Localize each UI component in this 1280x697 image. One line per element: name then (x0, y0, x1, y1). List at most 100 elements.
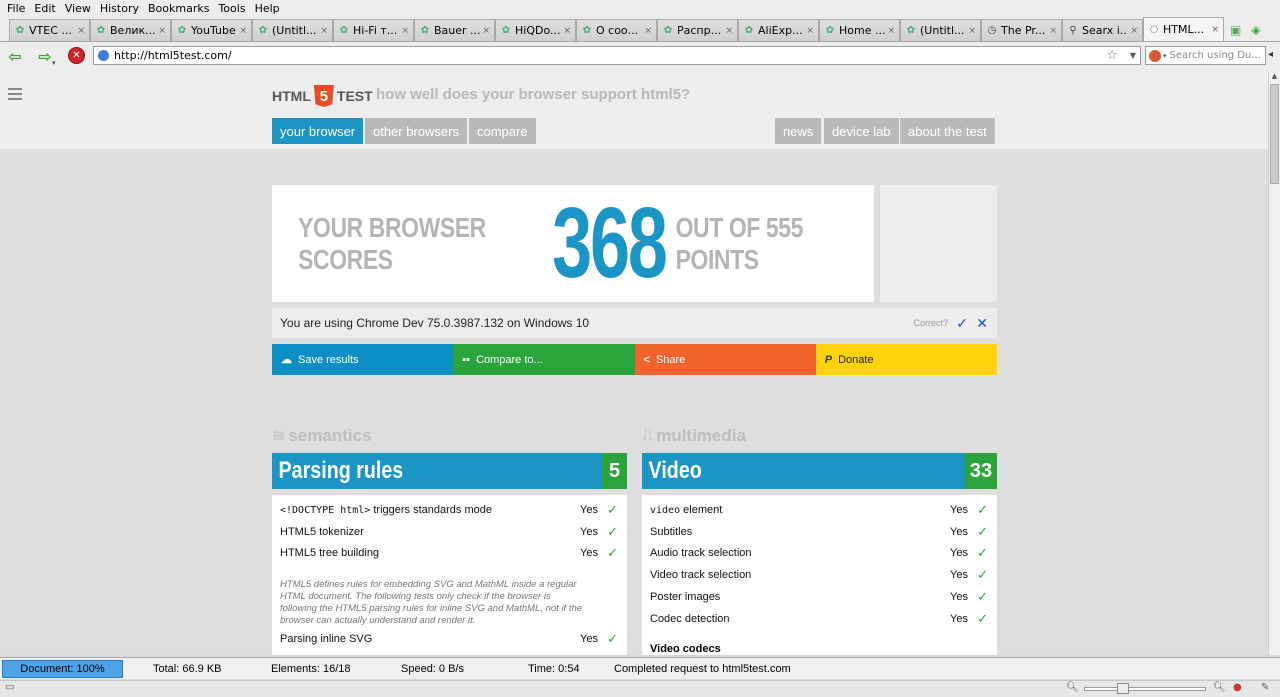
check-icon: ✓ (607, 545, 618, 561)
nav-your-browser[interactable]: your browser (272, 118, 364, 144)
tab-12[interactable]: ◷ The Pr... × (981, 19, 1062, 41)
row-result: Yes (950, 612, 968, 625)
menu-edit[interactable]: Edit (34, 2, 55, 15)
tab-8[interactable]: ✿ Распр... × (657, 19, 738, 41)
tab-list-icon[interactable]: ◈ (1251, 23, 1260, 37)
hamburger-menu-icon[interactable] (8, 88, 22, 103)
score-prefix: YOUR BROWSER SCORES (298, 211, 486, 275)
leaf-icon: ✿ (339, 25, 349, 36)
tab-6[interactable]: ✿ HiQDo... × (495, 19, 576, 41)
tab-close-icon[interactable]: × (401, 26, 409, 36)
row-result: Yes (950, 547, 968, 560)
tab-close-icon[interactable]: × (320, 26, 328, 36)
leaf-icon: ✿ (906, 25, 916, 36)
tab-close-icon[interactable]: × (482, 26, 490, 36)
site-header: HTML 5 TEST how well does your browser s… (0, 72, 1268, 150)
url-text[interactable]: http://html5test.com/ (114, 49, 232, 62)
tab-extras: ▣ ◈ (1230, 19, 1261, 41)
menu-history[interactable]: History (100, 2, 139, 15)
row-label: Parsing inline SVG (280, 633, 373, 646)
tab-close-icon[interactable]: × (239, 26, 247, 36)
tab-close-icon[interactable]: × (887, 26, 895, 36)
nav-device-lab[interactable]: device lab (824, 118, 899, 144)
tab-label: Hi-Fi т... (353, 24, 398, 37)
nav-news[interactable]: news (775, 118, 822, 144)
donate-button[interactable]: P Donate (815, 344, 997, 375)
tab-close-icon[interactable]: × (1130, 26, 1138, 36)
tab-3[interactable]: ✿ (Untitl... × (252, 19, 333, 41)
check-icon: ✓ (607, 631, 618, 647)
search-input[interactable]: ▾ Search using Du... (1145, 46, 1266, 65)
reject-cross-icon[interactable]: ✕ (976, 315, 988, 332)
nav-about-the-test[interactable]: about the test (900, 118, 995, 144)
globe-icon (98, 50, 109, 61)
site-logo[interactable]: HTML 5 TEST (272, 85, 373, 107)
nav-other-browsers[interactable]: other browsers (365, 118, 467, 144)
search-engine-dropdown-icon[interactable]: ▾ (1163, 52, 1167, 60)
addon-status-icon[interactable]: ● (1233, 682, 1242, 693)
tab-close-icon[interactable]: × (77, 26, 85, 36)
nav-compare[interactable]: compare (469, 118, 536, 144)
cloud-upload-icon: ☁ (281, 354, 292, 366)
url-dropdown-icon[interactable]: ▼ (1130, 51, 1136, 60)
new-tab-icon[interactable]: ▣ (1230, 23, 1241, 37)
tab-close-icon[interactable]: × (725, 26, 733, 36)
zoom-out-icon[interactable]: 🔍︎ (1066, 682, 1079, 693)
tab-close-icon[interactable]: × (158, 26, 166, 36)
tab-10[interactable]: ✿ Home ... × (819, 19, 900, 41)
tab-close-icon[interactable]: × (1211, 25, 1219, 35)
tab-2[interactable]: ✿ YouTube × (171, 19, 252, 41)
status-speed: Speed: 0 B/s (401, 662, 464, 675)
vertical-scrollbar[interactable]: ▲ (1268, 72, 1280, 655)
scrollbar-thumb[interactable] (1270, 84, 1279, 184)
compare-to-button[interactable]: ▪▪ Compare to... (453, 344, 635, 375)
menu-view[interactable]: View (65, 2, 91, 15)
tab-close-icon[interactable]: × (563, 26, 571, 36)
tab-label: AliExp... (758, 24, 803, 37)
tab-13[interactable]: ⚲ Searx i... × (1062, 19, 1143, 41)
tab-5[interactable]: ✿ Bauer ... × (414, 19, 495, 41)
table-row: Audio track selection Yes ✓ (642, 543, 997, 565)
tab-14[interactable]: ◌ HTML... × (1143, 17, 1224, 41)
zoom-in-icon[interactable]: 🔍︎ (1213, 682, 1226, 693)
duckduckgo-icon[interactable] (1149, 49, 1161, 62)
url-bar[interactable]: http://html5test.com/ ☆ ▼ (93, 46, 1141, 65)
tab-label: Searx i... (1082, 24, 1129, 37)
confirm-check-icon[interactable]: ✓ (956, 315, 968, 332)
menu-file[interactable]: File (7, 2, 25, 15)
menu-tools[interactable]: Tools (218, 2, 245, 15)
history-dropdown-icon[interactable]: ▾ (52, 59, 56, 67)
share-button[interactable]: < Share (634, 344, 816, 375)
menu-bookmarks[interactable]: Bookmarks (148, 2, 209, 15)
addon-bar-icon[interactable]: ▭ (5, 682, 14, 693)
menu-help[interactable]: Help (255, 2, 280, 15)
stop-icon[interactable]: ✕ (68, 47, 85, 64)
tab-4[interactable]: ✿ Hi-Fi т... × (333, 19, 414, 41)
zoom-slider-thumb[interactable] (1117, 683, 1129, 694)
tab-9[interactable]: ✿ AliExp... × (738, 19, 819, 41)
addon-edit-icon[interactable]: ✎ (1261, 682, 1269, 693)
tab-0[interactable]: ✿ VTEC ... × (9, 19, 90, 41)
category-multimedia-label: multimedia (656, 426, 746, 445)
section-video[interactable]: Video 33 (642, 453, 997, 489)
back-arrow-icon[interactable]: ⇦ (5, 46, 25, 66)
tab-7[interactable]: ✿ О соо... × (576, 19, 657, 41)
zoom-slider[interactable] (1084, 687, 1206, 691)
tab-11[interactable]: ✿ (Untitl... × (900, 19, 981, 41)
tab-label: Home ... (839, 24, 886, 37)
row-result: Yes (580, 525, 598, 538)
tab-close-icon[interactable]: × (968, 26, 976, 36)
tab-label: HiQDo... (515, 24, 561, 37)
tab-close-icon[interactable]: × (806, 26, 814, 36)
tab-1[interactable]: ✿ Велик... × (90, 19, 171, 41)
bookmark-star-icon[interactable]: ☆ (1106, 48, 1118, 63)
search-go-icon[interactable]: ◂ (1268, 49, 1273, 60)
tab-close-icon[interactable]: × (1049, 26, 1057, 36)
save-results-button[interactable]: ☁ Save results (272, 344, 454, 375)
scroll-up-icon[interactable]: ▲ (1269, 72, 1280, 84)
donate-label: Donate (838, 353, 874, 366)
leaf-icon: ✿ (15, 25, 25, 36)
tab-close-icon[interactable]: × (644, 26, 652, 36)
status-time: Time: 0:54 (528, 662, 580, 675)
section-parsing-rules[interactable]: Parsing rules 5 (272, 453, 627, 489)
